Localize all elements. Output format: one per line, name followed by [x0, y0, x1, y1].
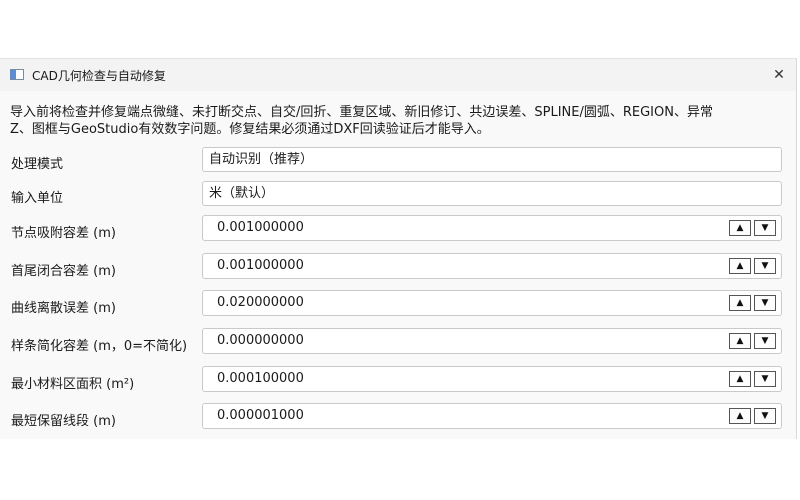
mode-select[interactable]: 自动识别（推荐） [202, 147, 782, 172]
intro-text: 导入前将检查并修复端点微缝、未打断交点、自交/回折、重复区域、新旧修订、共边误差… [10, 104, 786, 138]
snap-tol-spinbox[interactable]: 0.001000000 ▲ ▼ [202, 215, 782, 241]
min-area-label: 最小材料区面积 (m²) [11, 377, 135, 392]
curve-err-spinbox[interactable]: 0.020000000 ▲ ▼ [202, 290, 782, 316]
title-bar: CAD几何检查与自动修复 ✕ [0, 59, 796, 91]
spin-down-icon[interactable]: ▼ [754, 220, 776, 236]
close-icon[interactable]: ✕ [768, 65, 790, 85]
close-tol-spinbox[interactable]: 0.001000000 ▲ ▼ [202, 253, 782, 279]
intro-line-2: Z、图框与GeoStudio有效数字问题。修复结果必须通过DXF回读验证后才能导… [10, 122, 490, 137]
spline-tol-spin-buttons: ▲ ▼ [729, 333, 777, 349]
curve-err-value[interactable]: 0.020000000 [217, 291, 304, 315]
unit-select[interactable]: 米（默认） [202, 181, 782, 206]
min-seg-spinbox[interactable]: 0.000001000 ▲ ▼ [202, 403, 782, 429]
min-area-value[interactable]: 0.000100000 [217, 367, 304, 391]
close-tol-spin-buttons: ▲ ▼ [729, 258, 777, 274]
spin-up-icon[interactable]: ▲ [729, 220, 751, 236]
mode-label: 处理模式 [11, 157, 64, 172]
min-seg-spin-buttons: ▲ ▼ [729, 408, 777, 424]
spin-down-icon[interactable]: ▼ [754, 258, 776, 274]
app-window-icon [10, 69, 24, 80]
spin-up-icon[interactable]: ▲ [729, 333, 751, 349]
snap-tol-label: 节点吸附容差 (m) [11, 226, 116, 241]
spin-up-icon[interactable]: ▲ [729, 295, 751, 311]
close-tol-label: 首尾闭合容差 (m) [11, 264, 116, 279]
spin-down-icon[interactable]: ▼ [754, 371, 776, 387]
cad-geometry-dialog: CAD几何检查与自动修复 ✕ 导入前将检查并修复端点微缝、未打断交点、自交/回折… [0, 58, 797, 439]
min-area-spin-buttons: ▲ ▼ [729, 371, 777, 387]
close-tol-value[interactable]: 0.001000000 [217, 254, 304, 278]
spline-tol-value[interactable]: 0.000000000 [217, 329, 304, 353]
spin-up-icon[interactable]: ▲ [729, 408, 751, 424]
intro-line-1: 导入前将检查并修复端点微缝、未打断交点、自交/回折、重复区域、新旧修订、共边误差… [10, 105, 713, 120]
spin-down-icon[interactable]: ▼ [754, 408, 776, 424]
spin-up-icon[interactable]: ▲ [729, 258, 751, 274]
min-seg-label: 最短保留线段 (m) [11, 414, 116, 429]
curve-err-spin-buttons: ▲ ▼ [729, 295, 777, 311]
spin-down-icon[interactable]: ▼ [754, 295, 776, 311]
window-title: CAD几何检查与自动修复 [32, 69, 166, 83]
spline-tol-label: 样条简化容差 (m，0=不简化) [11, 339, 188, 354]
unit-label: 输入单位 [11, 191, 64, 206]
spin-down-icon[interactable]: ▼ [754, 333, 776, 349]
snap-tol-spin-buttons: ▲ ▼ [729, 220, 777, 236]
snap-tol-value[interactable]: 0.001000000 [217, 216, 304, 240]
spline-tol-spinbox[interactable]: 0.000000000 ▲ ▼ [202, 328, 782, 354]
curve-err-label: 曲线离散误差 (m) [11, 301, 116, 316]
min-area-spinbox[interactable]: 0.000100000 ▲ ▼ [202, 366, 782, 392]
min-seg-value[interactable]: 0.000001000 [217, 404, 304, 428]
spin-up-icon[interactable]: ▲ [729, 371, 751, 387]
